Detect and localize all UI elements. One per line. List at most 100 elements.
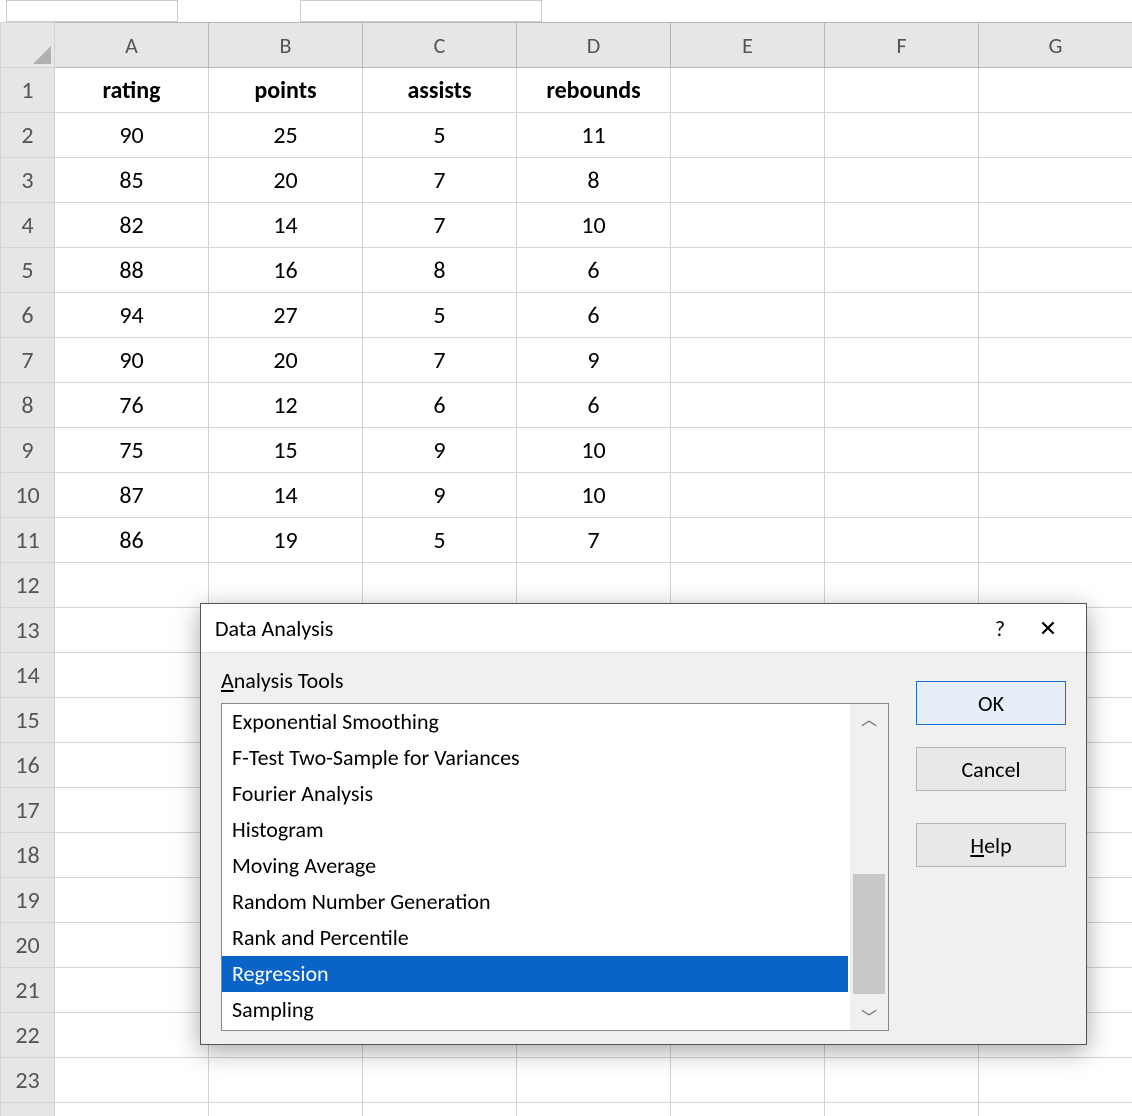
cell[interactable]: 5 — [363, 518, 517, 563]
cell[interactable] — [55, 698, 209, 743]
analysis-tool-item[interactable]: Fourier Analysis — [222, 776, 848, 812]
cell[interactable]: 7 — [363, 158, 517, 203]
row-header[interactable]: 22 — [1, 1013, 55, 1058]
column-header[interactable]: F — [825, 23, 979, 68]
formula-bar[interactable] — [300, 0, 542, 22]
cell[interactable] — [671, 248, 825, 293]
cell[interactable] — [671, 518, 825, 563]
cell[interactable]: 9 — [363, 473, 517, 518]
cell[interactable] — [671, 383, 825, 428]
cancel-button[interactable]: Cancel — [916, 747, 1066, 791]
cell[interactable] — [55, 968, 209, 1013]
row-header[interactable]: 8 — [1, 383, 55, 428]
cell[interactable]: 20 — [209, 158, 363, 203]
cell[interactable] — [55, 743, 209, 788]
cell[interactable] — [517, 1103, 671, 1116]
cell[interactable]: 20 — [209, 338, 363, 383]
cell[interactable] — [363, 563, 517, 608]
analysis-tools-listbox[interactable]: Exponential SmoothingF-Test Two-Sample f… — [221, 703, 889, 1031]
row-header[interactable]: 4 — [1, 203, 55, 248]
help-icon[interactable]: ? — [976, 604, 1024, 652]
cell[interactable] — [825, 113, 979, 158]
close-icon[interactable]: ✕ — [1024, 604, 1072, 652]
cell[interactable] — [363, 1058, 517, 1103]
analysis-tool-item[interactable]: Exponential Smoothing — [222, 704, 848, 740]
row-header[interactable]: 12 — [1, 563, 55, 608]
cell[interactable] — [979, 68, 1132, 113]
cell[interactable]: 15 — [209, 428, 363, 473]
column-header[interactable]: E — [671, 23, 825, 68]
cell[interactable] — [979, 248, 1132, 293]
row-header[interactable]: 9 — [1, 428, 55, 473]
cell[interactable]: points — [209, 68, 363, 113]
cell[interactable] — [825, 518, 979, 563]
ok-button[interactable]: OK — [916, 681, 1066, 725]
cell[interactable] — [209, 1103, 363, 1116]
cell[interactable] — [55, 1013, 209, 1058]
analysis-tool-item[interactable]: Rank and Percentile — [222, 920, 848, 956]
row-header[interactable]: 19 — [1, 878, 55, 923]
row-header[interactable]: 20 — [1, 923, 55, 968]
cell[interactable] — [55, 608, 209, 653]
cell[interactable] — [979, 158, 1132, 203]
cell[interactable]: 14 — [209, 203, 363, 248]
cell[interactable] — [979, 338, 1132, 383]
cell[interactable]: 14 — [209, 473, 363, 518]
cell[interactable]: 6 — [517, 248, 671, 293]
help-button[interactable]: Help — [916, 823, 1066, 867]
column-header[interactable]: C — [363, 23, 517, 68]
analysis-tool-item[interactable]: t-Test: Paired Two Sample for Means — [222, 1028, 848, 1030]
row-header[interactable]: 14 — [1, 653, 55, 698]
row-header[interactable]: 2 — [1, 113, 55, 158]
cell[interactable] — [671, 473, 825, 518]
row-header[interactable]: 11 — [1, 518, 55, 563]
column-header[interactable]: G — [979, 23, 1132, 68]
row-header[interactable]: 23 — [1, 1058, 55, 1103]
row-header[interactable]: 1 — [1, 68, 55, 113]
cell[interactable] — [979, 1103, 1132, 1116]
row-header[interactable]: 15 — [1, 698, 55, 743]
scroll-up-icon[interactable]: ︿ — [850, 704, 888, 732]
cell[interactable] — [209, 1058, 363, 1103]
column-header[interactable]: D — [517, 23, 671, 68]
cell[interactable]: 27 — [209, 293, 363, 338]
cell[interactable]: 10 — [517, 428, 671, 473]
cell[interactable] — [55, 1058, 209, 1103]
column-header[interactable]: A — [55, 23, 209, 68]
cell[interactable] — [517, 1058, 671, 1103]
cell[interactable] — [671, 1103, 825, 1116]
cell[interactable]: 88 — [55, 248, 209, 293]
cell[interactable]: rating — [55, 68, 209, 113]
cell[interactable]: 82 — [55, 203, 209, 248]
listbox-scrollbar[interactable]: ︿ ﹀ — [850, 704, 888, 1030]
cell[interactable] — [55, 1103, 209, 1116]
cell[interactable] — [979, 293, 1132, 338]
row-header[interactable]: 24 — [1, 1103, 55, 1116]
cell[interactable]: 6 — [363, 383, 517, 428]
cell[interactable] — [979, 113, 1132, 158]
cell[interactable] — [671, 293, 825, 338]
cell[interactable] — [363, 1103, 517, 1116]
cell[interactable] — [671, 68, 825, 113]
cell[interactable]: 86 — [55, 518, 209, 563]
analysis-tool-item[interactable]: Moving Average — [222, 848, 848, 884]
cell[interactable]: 10 — [517, 203, 671, 248]
cell[interactable]: 11 — [517, 113, 671, 158]
row-header[interactable]: 10 — [1, 473, 55, 518]
cell[interactable]: 7 — [517, 518, 671, 563]
row-header[interactable]: 13 — [1, 608, 55, 653]
cell[interactable] — [825, 338, 979, 383]
cell[interactable]: 25 — [209, 113, 363, 158]
column-header[interactable]: B — [209, 23, 363, 68]
cell[interactable]: 8 — [517, 158, 671, 203]
cell[interactable]: 90 — [55, 338, 209, 383]
scroll-down-icon[interactable]: ﹀ — [850, 1002, 888, 1030]
cell[interactable] — [825, 473, 979, 518]
cell[interactable] — [671, 113, 825, 158]
analysis-tool-item[interactable]: Histogram — [222, 812, 848, 848]
cell[interactable] — [979, 563, 1132, 608]
analysis-tool-item[interactable]: Random Number Generation — [222, 884, 848, 920]
row-header[interactable]: 6 — [1, 293, 55, 338]
cell[interactable] — [517, 563, 671, 608]
cell[interactable] — [825, 158, 979, 203]
